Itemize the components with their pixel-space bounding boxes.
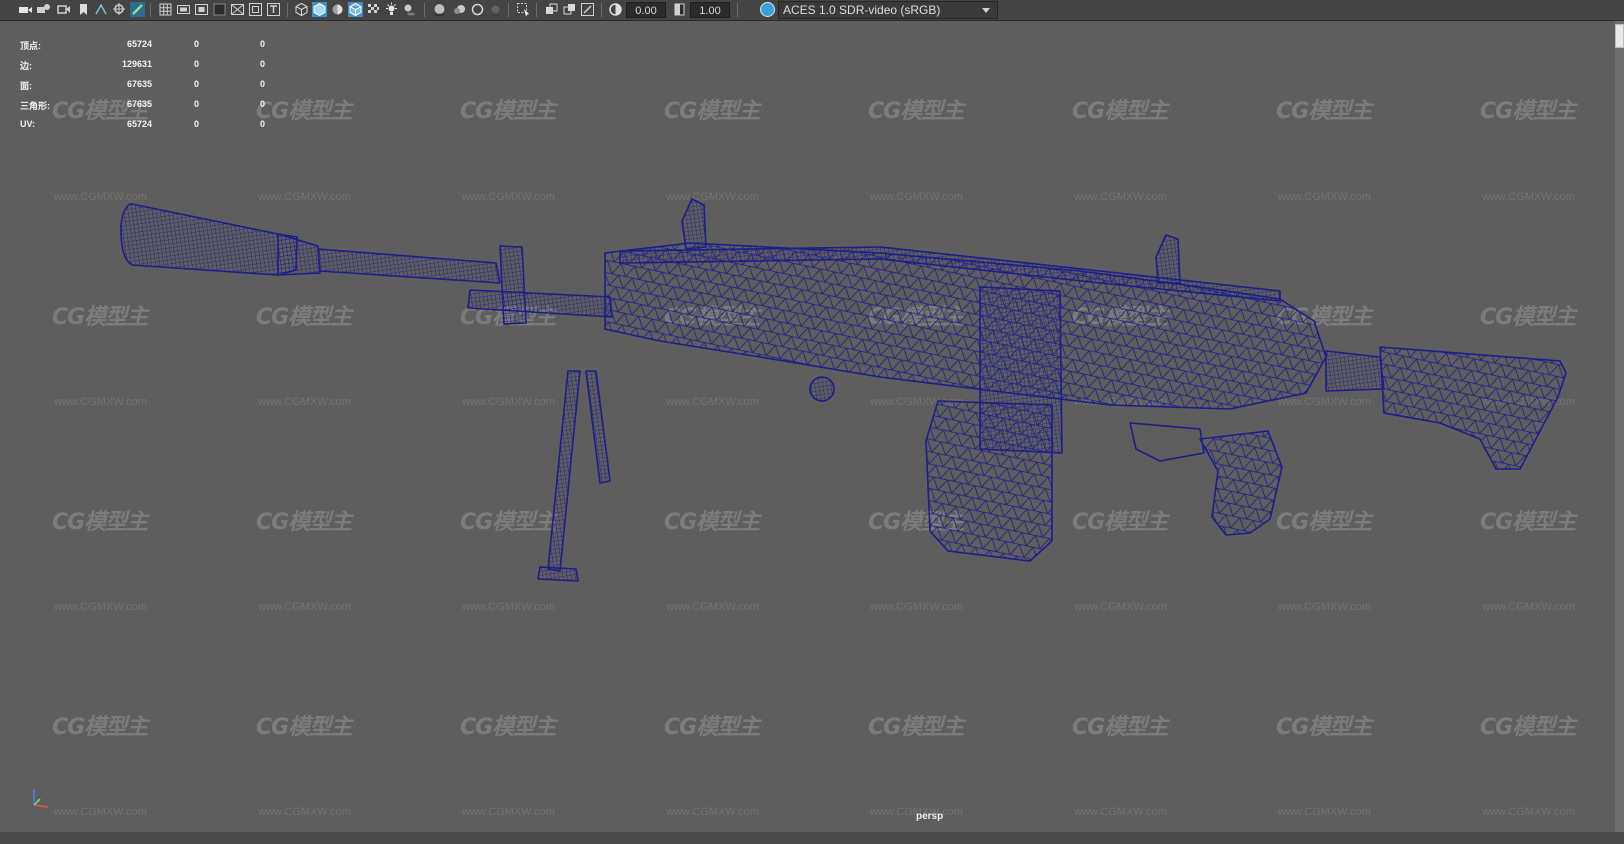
two-d-pan-icon[interactable] — [112, 2, 127, 17]
hud-value: 0 — [194, 99, 200, 109]
field-chart-icon[interactable] — [230, 2, 245, 17]
exposure-field[interactable]: 0.00 — [626, 2, 666, 18]
wireframe-icon[interactable] — [294, 2, 309, 17]
gamma-icon[interactable] — [672, 2, 687, 17]
depth-of-field-icon[interactable] — [488, 2, 503, 17]
gate-mask-icon[interactable] — [212, 2, 227, 17]
textured-icon[interactable] — [366, 2, 381, 17]
color-management-icon[interactable] — [760, 2, 775, 17]
hud-row-vertices: 顶点: 65724 0 0 — [20, 39, 290, 51]
hud-value: 0 — [194, 79, 200, 89]
hud-label: 面: — [20, 81, 32, 91]
safe-title-icon[interactable] — [266, 2, 281, 17]
shadows-icon[interactable] — [402, 2, 417, 17]
xray-icon[interactable] — [544, 2, 559, 17]
lights-icon[interactable] — [384, 2, 399, 17]
hud-label: UV: — [20, 119, 36, 129]
hud-label: 边: — [20, 61, 32, 71]
hud-row-faces: 面: 67635 0 0 — [20, 79, 290, 91]
hud-label: 顶点: — [20, 41, 41, 51]
hud-value: 0 — [260, 59, 266, 69]
default-material-icon[interactable] — [330, 2, 345, 17]
hud-value: 0 — [260, 119, 266, 129]
hud-value: 0 — [194, 119, 200, 129]
xray-joints-icon[interactable] — [562, 2, 577, 17]
isolate-select-icon[interactable] — [516, 2, 531, 17]
panel-scrollbar[interactable] — [1615, 21, 1624, 839]
hud-value: 65724 — [126, 39, 152, 49]
view-transform-dropdown[interactable]: ACES 1.0 SDR-video (sRGB) — [778, 1, 998, 19]
film-gate-icon[interactable] — [176, 2, 191, 17]
hud-value: 129631 — [121, 59, 152, 69]
view-axis-icon — [24, 783, 54, 813]
smooth-shade-icon[interactable] — [312, 2, 327, 17]
hud-row-uvs: UV: 65724 0 0 — [20, 119, 290, 131]
grid-icon[interactable] — [158, 2, 173, 17]
panel-side-tab[interactable] — [1615, 24, 1624, 48]
anti-aliasing-icon[interactable] — [470, 2, 485, 17]
camera-sequence-icon[interactable] — [56, 2, 71, 17]
camera-attributes-icon[interactable] — [36, 2, 51, 17]
hud-value: 0 — [194, 39, 200, 49]
hud-value: 0 — [260, 39, 266, 49]
hud-value: 67635 — [126, 79, 152, 89]
wireframe-on-shaded-icon[interactable] — [348, 2, 363, 17]
hud-value: 0 — [260, 79, 266, 89]
hud-value: 67635 — [126, 99, 152, 109]
wireframe-rifle-model[interactable] — [0, 21, 1624, 839]
viewport-panel-toolbar: 0.00 1.00 ACES 1.0 SDR-video (sRGB) — [0, 0, 1624, 21]
maya-app: { "toolbar": { "exposure_value": "0.00",… — [0, 0, 1624, 844]
image-plane-icon[interactable] — [94, 2, 109, 17]
hud-row-edges: 边: 129631 0 0 — [20, 59, 290, 71]
bottom-frame — [0, 832, 1624, 844]
camera-icon[interactable] — [18, 2, 33, 17]
resolution-gate-icon[interactable] — [194, 2, 209, 17]
safe-action-icon[interactable] — [248, 2, 263, 17]
camera-name-label: persp — [916, 811, 944, 822]
hud-value: 0 — [260, 99, 266, 109]
grease-pencil-icon[interactable] — [130, 2, 145, 17]
screen-space-ao-icon[interactable] — [432, 2, 447, 17]
hud-label: 三角形: — [20, 101, 50, 111]
bookmark-icon[interactable] — [76, 2, 91, 17]
view-transform-value: ACES 1.0 SDR-video (sRGB) — [783, 3, 941, 17]
backface-culling-icon[interactable] — [580, 2, 595, 17]
hud-value: 65724 — [126, 119, 152, 129]
perspective-viewport[interactable]: CG模型主 CG模型主 CG模型主 CG模型主 CG模型主 CG模型主 CG模型主 CG模型主… — [0, 21, 1624, 839]
gamma-field[interactable]: 1.00 — [690, 2, 730, 18]
chevron-down-icon — [977, 2, 995, 18]
motion-blur-icon[interactable] — [452, 2, 467, 17]
hud-row-triangles: 三角形: 67635 0 0 — [20, 99, 290, 111]
hud-value: 0 — [194, 59, 200, 69]
exposure-icon[interactable] — [608, 2, 623, 17]
